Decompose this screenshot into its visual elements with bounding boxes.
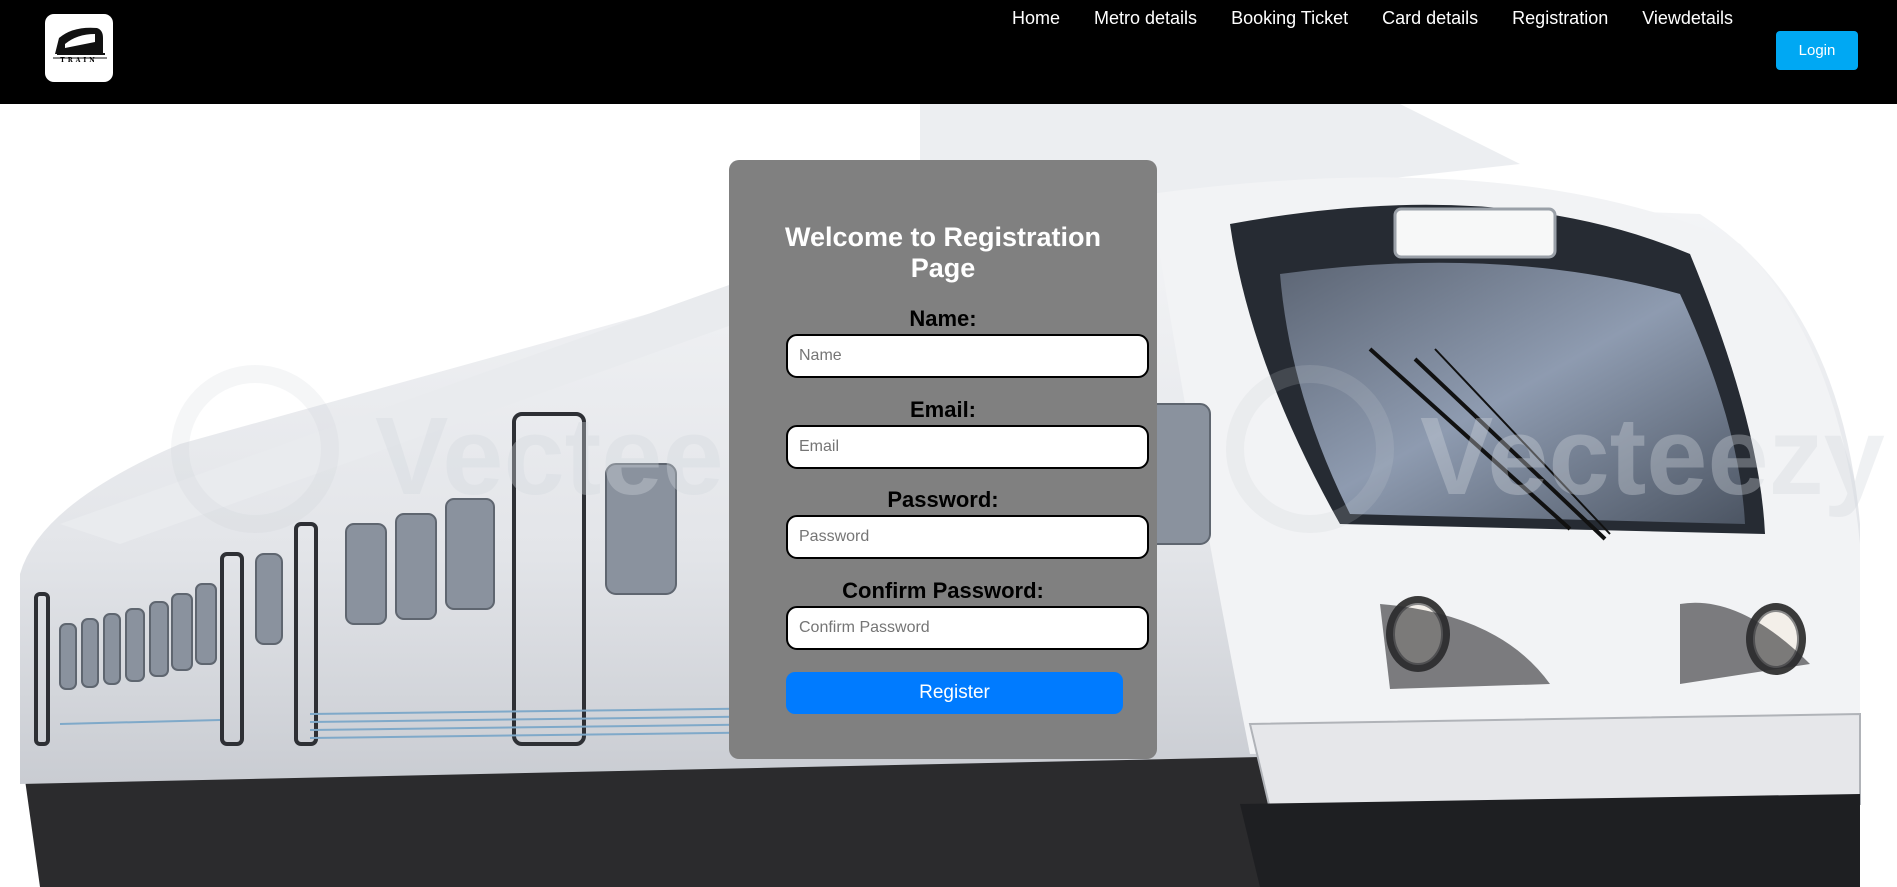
register-button[interactable]: Register	[786, 672, 1123, 714]
nav-viewdetails[interactable]: Viewdetails	[1642, 7, 1733, 29]
password-input[interactable]	[786, 515, 1149, 559]
email-input[interactable]	[786, 425, 1149, 469]
email-label: Email:	[909, 397, 977, 422]
password-label: Password:	[887, 487, 999, 512]
name-label: Name:	[909, 306, 977, 331]
train-logo[interactable]: TRAIN	[45, 14, 113, 82]
train-logo-icon	[53, 27, 107, 59]
page-title: Welcome to Registration Page	[784, 222, 1102, 283]
nav-metro-details[interactable]: Metro details	[1094, 7, 1197, 29]
nav-home[interactable]: Home	[1012, 7, 1060, 29]
svg-text:Vecteezy: Vecteezy	[1420, 395, 1885, 518]
name-input[interactable]	[786, 334, 1149, 378]
registration-card: Welcome to Registration Page Name: Email…	[729, 160, 1157, 759]
nav-booking-ticket[interactable]: Booking Ticket	[1231, 7, 1348, 29]
login-button[interactable]: Login	[1776, 31, 1858, 70]
top-navbar: TRAIN Home Metro details Booking Ticket …	[0, 0, 1897, 104]
nav-card-details[interactable]: Card details	[1382, 7, 1478, 29]
confirm-password-input[interactable]	[786, 606, 1149, 650]
logo-text: TRAIN	[60, 57, 98, 64]
svg-text:Vectee: Vectee	[375, 395, 724, 518]
nav-registration[interactable]: Registration	[1512, 7, 1608, 29]
main-nav: Home Metro details Booking Ticket Card d…	[1012, 7, 1767, 29]
confirm-password-label: Confirm Password:	[842, 578, 1044, 603]
